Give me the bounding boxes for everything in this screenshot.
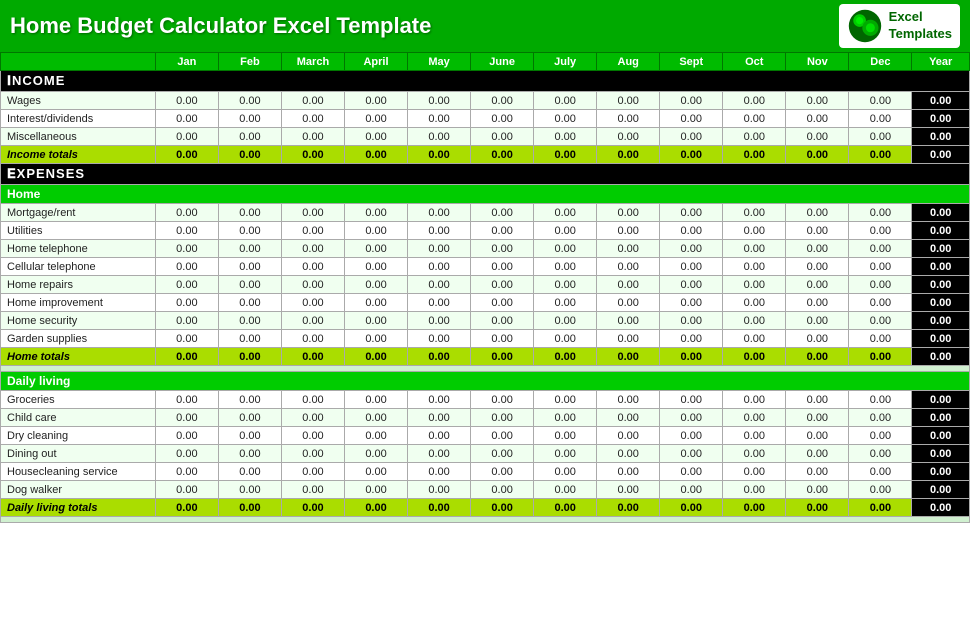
table-row: Housecleaning service 0.000.000.00 0.000… [1,463,970,481]
expenses-header-label: 𝐄XPENSES [1,164,970,185]
table-row: Wages 0.00 0.00 0.00 0.00 0.00 0.00 0.00… [1,92,970,110]
row-label: Wages [1,92,156,110]
header-label-col [1,53,156,71]
column-header-row: Jan Feb March April May June July Aug Se… [1,53,970,71]
logo-text: Excel Templates [889,9,952,43]
table-row: Home improvement 0.000.000.00 0.000.000.… [1,294,970,312]
table-row: Home repairs 0.000.000.00 0.000.000.00 0… [1,276,970,294]
table-row: Interest/dividends 0.000.000.00 0.000.00… [1,110,970,128]
table-row: Home security 0.000.000.00 0.000.000.00 … [1,312,970,330]
daily-living-section-header: Daily living [1,372,970,391]
header-march: March [281,53,344,71]
table-row: Groceries 0.000.000.00 0.000.000.00 0.00… [1,391,970,409]
daily-living-totals-row: Daily living totals 0.000.000.00 0.000.0… [1,499,970,517]
header-aug: Aug [597,53,660,71]
table-row: Dog walker 0.000.000.00 0.000.000.00 0.0… [1,481,970,499]
page-title: Home Budget Calculator Excel Template [10,13,431,39]
row-label: Miscellaneous [1,128,156,146]
home-totals-row: Home totals 0.000.000.00 0.000.000.00 0.… [1,348,970,366]
income-section-header: 𝐈NCOME [1,71,970,92]
spreadsheet: Jan Feb March April May June July Aug Se… [0,52,970,523]
logo-icon [847,8,883,44]
header-sept: Sept [660,53,723,71]
header-nov: Nov [786,53,849,71]
header-jan: Jan [155,53,218,71]
wages-jan[interactable]: 0.00 [155,92,218,110]
income-totals-row: Income totals 0.000.000.00 0.000.000.00 … [1,146,970,164]
header-oct: Oct [723,53,786,71]
wages-feb[interactable]: 0.00 [218,92,281,110]
wages-march[interactable]: 0.00 [281,92,344,110]
table-row: Cellular telephone 0.000.000.00 0.000.00… [1,258,970,276]
row-label: Interest/dividends [1,110,156,128]
header-june: June [471,53,534,71]
wages-nov[interactable]: 0.00 [786,92,849,110]
home-section-header: Home [1,185,970,204]
header-april: April [345,53,408,71]
header-feb: Feb [218,53,281,71]
table-row: Utilities 0.000.000.00 0.000.000.00 0.00… [1,222,970,240]
table-row: Home telephone 0.000.000.00 0.000.000.00… [1,240,970,258]
wages-may[interactable]: 0.00 [408,92,471,110]
wages-june[interactable]: 0.00 [471,92,534,110]
wages-oct[interactable]: 0.00 [723,92,786,110]
logo-area: Excel Templates [839,4,960,48]
wages-dec[interactable]: 0.00 [849,92,912,110]
wages-april[interactable]: 0.00 [345,92,408,110]
expenses-section-header: 𝐄XPENSES [1,164,970,185]
wages-july[interactable]: 0.00 [534,92,597,110]
table-row: Dining out 0.000.000.00 0.000.000.00 0.0… [1,445,970,463]
table-row: Mortgage/rent 0.000.000.00 0.000.000.00 … [1,204,970,222]
daily-living-header-label: Daily living [1,372,970,391]
header-may: May [408,53,471,71]
income-header-label: 𝐈NCOME [1,71,970,92]
wages-year: 0.00 [912,92,970,110]
wages-sept[interactable]: 0.00 [660,92,723,110]
table-row: Garden supplies 0.000.000.00 0.000.000.0… [1,330,970,348]
wages-aug[interactable]: 0.00 [597,92,660,110]
header-july: July [534,53,597,71]
table-row: Miscellaneous 0.000.000.00 0.000.000.00 … [1,128,970,146]
blank-separator-bottom [1,517,970,523]
table-row: Child care 0.000.000.00 0.000.000.00 0.0… [1,409,970,427]
header-dec: Dec [849,53,912,71]
header-year: Year [912,53,970,71]
header: Home Budget Calculator Excel Template Ex… [0,0,970,52]
table-row: Dry cleaning 0.000.000.00 0.000.000.00 0… [1,427,970,445]
home-header-label: Home [1,185,970,204]
income-totals-label: Income totals [1,146,156,164]
